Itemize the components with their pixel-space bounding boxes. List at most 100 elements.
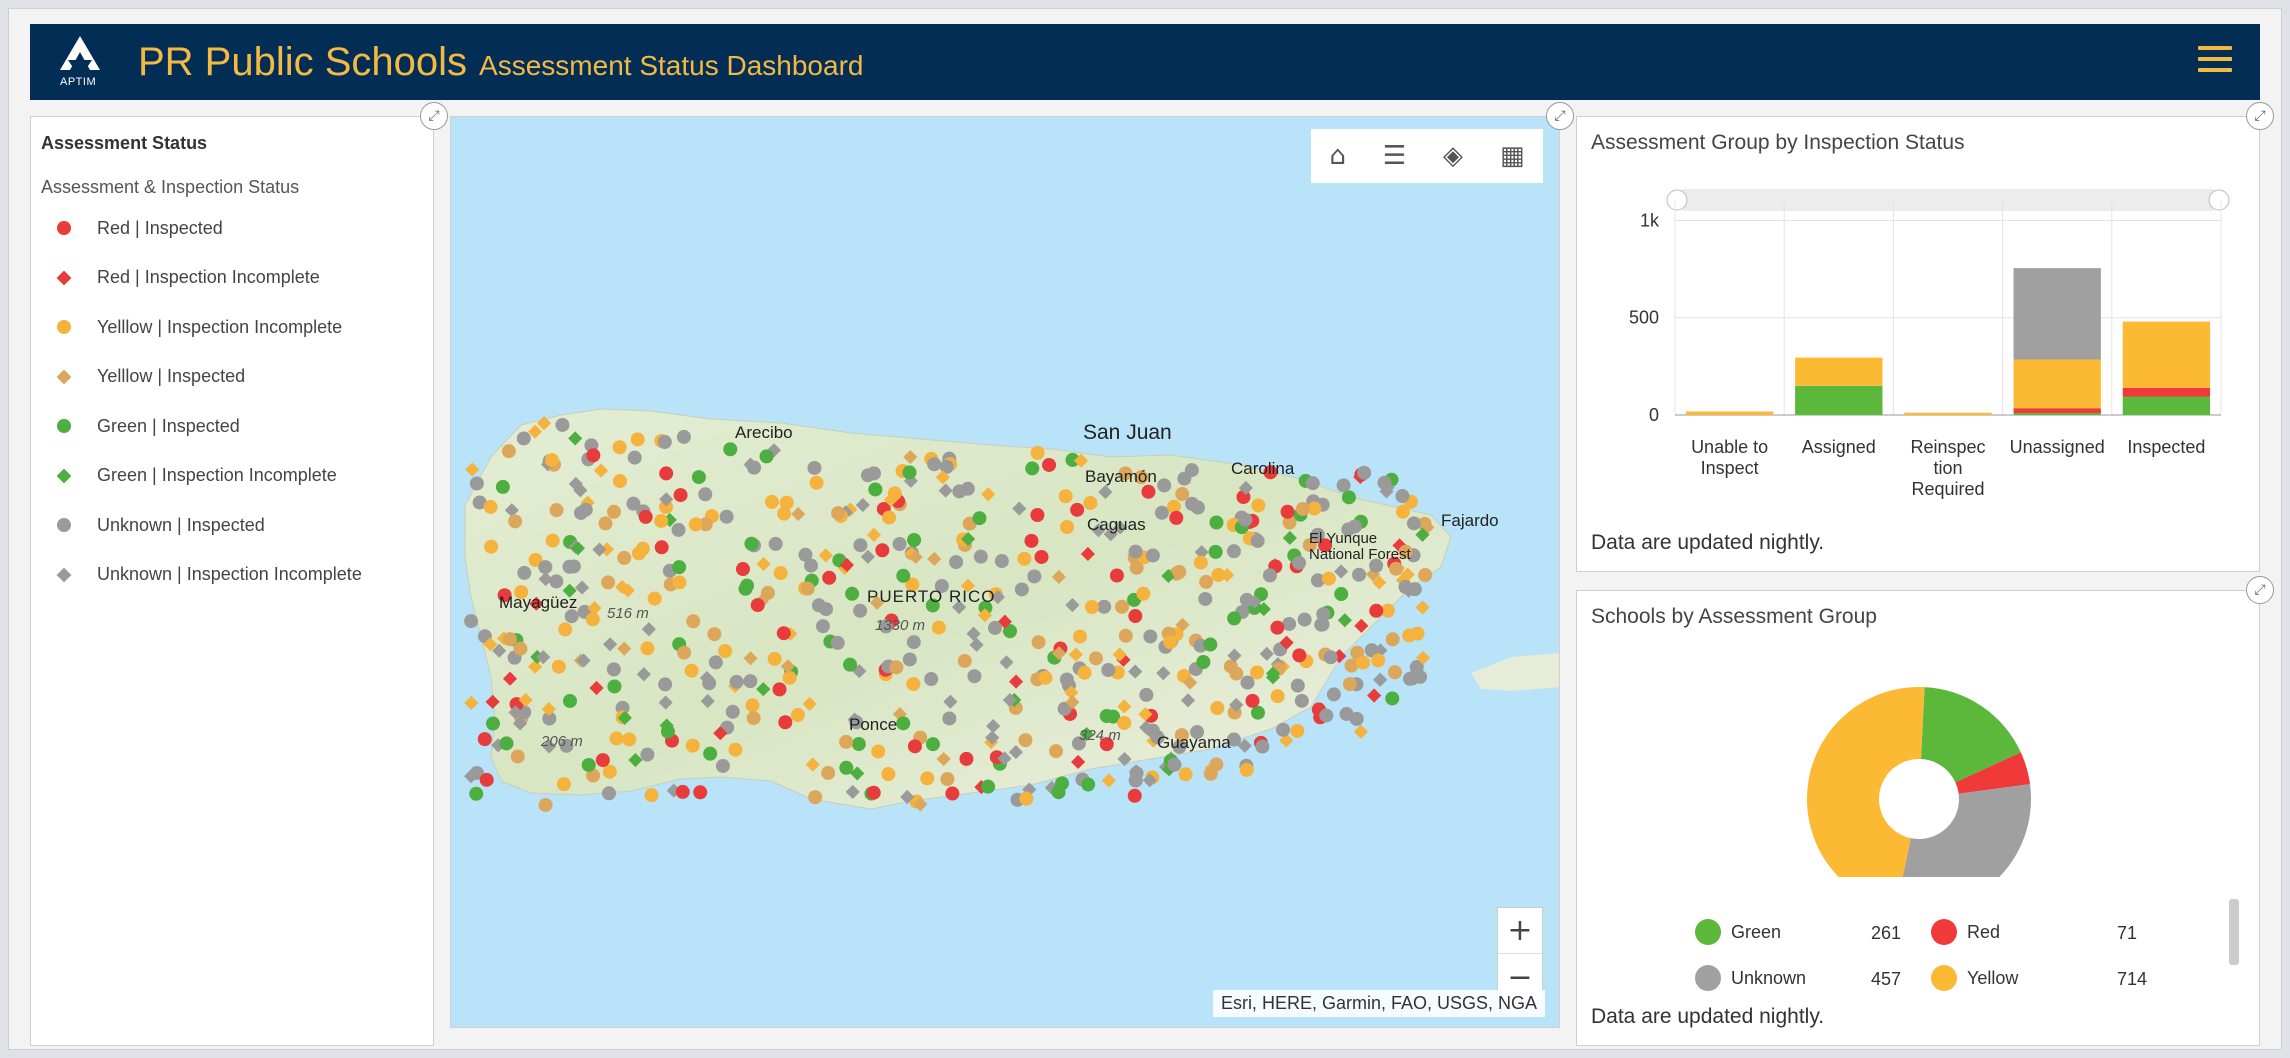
school-marker[interactable] [513, 641, 528, 656]
school-marker[interactable] [1163, 635, 1178, 650]
school-marker[interactable] [920, 771, 935, 786]
expand-bar-chart-icon[interactable]: ⤢ [2246, 102, 2274, 130]
school-marker[interactable] [959, 751, 974, 766]
school-marker[interactable] [1143, 629, 1158, 644]
school-marker[interactable] [479, 772, 494, 787]
school-marker[interactable] [627, 450, 642, 465]
school-marker[interactable] [725, 704, 740, 719]
school-marker[interactable] [853, 538, 868, 553]
school-marker[interactable] [1398, 579, 1413, 594]
school-marker[interactable] [821, 765, 836, 780]
school-marker[interactable] [1051, 785, 1066, 800]
school-marker[interactable] [759, 449, 774, 464]
bar-segment[interactable] [2122, 321, 2211, 388]
school-marker[interactable] [896, 568, 911, 583]
school-marker[interactable] [892, 537, 907, 552]
bar-segment[interactable] [2013, 408, 2101, 414]
school-marker[interactable] [987, 620, 1002, 635]
school-marker[interactable] [967, 669, 982, 684]
bar-segment[interactable] [1685, 411, 1774, 415]
school-marker[interactable] [902, 652, 917, 667]
bar-segment[interactable] [2122, 387, 2211, 397]
school-marker[interactable] [830, 635, 845, 650]
school-marker[interactable] [735, 562, 750, 577]
school-marker[interactable] [896, 716, 911, 731]
school-marker[interactable] [1172, 564, 1187, 579]
school-marker[interactable] [768, 536, 783, 551]
school-marker[interactable] [622, 732, 637, 747]
pie-legend-unknown[interactable]: Unknown [1695, 965, 1806, 991]
school-marker[interactable] [538, 560, 553, 575]
school-marker[interactable] [483, 499, 498, 514]
school-marker[interactable] [1115, 599, 1130, 614]
school-marker[interactable] [1239, 762, 1254, 777]
school-marker[interactable] [1129, 766, 1144, 781]
school-marker[interactable] [866, 785, 881, 800]
school-marker[interactable] [743, 674, 758, 689]
school-marker[interactable] [1025, 461, 1040, 476]
school-marker[interactable] [1177, 471, 1192, 486]
school-marker[interactable] [676, 429, 691, 444]
school-marker[interactable] [942, 711, 957, 726]
school-marker[interactable] [1226, 544, 1241, 559]
school-marker[interactable] [772, 682, 787, 697]
school-marker[interactable] [469, 476, 484, 491]
school-marker[interactable] [776, 626, 791, 641]
school-marker[interactable] [469, 786, 484, 801]
hamburger-icon[interactable] [2198, 46, 2232, 76]
school-marker[interactable] [1157, 478, 1172, 493]
school-marker[interactable] [612, 474, 627, 489]
school-marker[interactable] [508, 514, 523, 529]
school-marker[interactable] [598, 516, 613, 531]
school-marker[interactable] [672, 560, 687, 575]
legend-list-icon[interactable]: ☰ [1383, 141, 1406, 171]
school-marker[interactable] [875, 543, 890, 558]
school-marker[interactable] [906, 635, 921, 650]
school-marker[interactable] [1070, 502, 1085, 517]
school-marker[interactable] [693, 785, 708, 800]
school-marker[interactable] [585, 612, 600, 627]
expand-pie-chart-icon[interactable]: ⤢ [2246, 576, 2274, 604]
school-marker[interactable] [684, 663, 699, 678]
school-marker[interactable] [1334, 587, 1349, 602]
school-marker[interactable] [1385, 632, 1400, 647]
school-marker[interactable] [839, 760, 854, 775]
school-marker[interactable] [609, 731, 624, 746]
school-marker[interactable] [606, 662, 621, 677]
school-marker[interactable] [973, 549, 988, 564]
school-marker[interactable] [949, 555, 964, 570]
school-marker[interactable] [927, 457, 942, 472]
bar-segment[interactable] [1795, 385, 1883, 415]
school-marker[interactable] [738, 581, 753, 596]
school-marker[interactable] [485, 716, 500, 731]
school-marker[interactable] [1101, 663, 1116, 678]
school-marker[interactable] [501, 444, 516, 459]
school-marker[interactable] [960, 481, 975, 496]
school-marker[interactable] [1084, 600, 1099, 615]
school-marker[interactable] [1030, 508, 1045, 523]
school-marker[interactable] [1145, 548, 1160, 563]
school-marker[interactable] [1199, 574, 1214, 589]
school-marker[interactable] [549, 503, 564, 518]
school-marker[interactable] [517, 565, 532, 580]
school-marker[interactable] [779, 495, 794, 510]
school-marker[interactable] [654, 540, 669, 555]
school-marker[interactable] [1081, 777, 1096, 792]
layers-icon[interactable]: ◈ [1443, 141, 1463, 171]
school-marker[interactable] [1255, 739, 1270, 754]
school-marker[interactable] [549, 574, 564, 589]
school-marker[interactable] [1099, 708, 1114, 723]
school-marker[interactable] [677, 645, 692, 660]
home-icon[interactable]: ⌂ [1329, 141, 1346, 171]
school-marker[interactable] [1387, 665, 1402, 680]
school-marker[interactable] [1250, 665, 1265, 680]
school-marker[interactable] [1280, 504, 1295, 519]
school-marker-diamond[interactable] [1353, 724, 1368, 739]
school-marker[interactable] [516, 431, 531, 446]
school-marker[interactable] [807, 460, 822, 475]
school-marker[interactable] [887, 486, 902, 501]
school-marker[interactable] [764, 494, 779, 509]
school-marker[interactable] [972, 511, 987, 526]
school-marker[interactable] [1060, 519, 1075, 534]
school-marker[interactable] [510, 749, 525, 764]
